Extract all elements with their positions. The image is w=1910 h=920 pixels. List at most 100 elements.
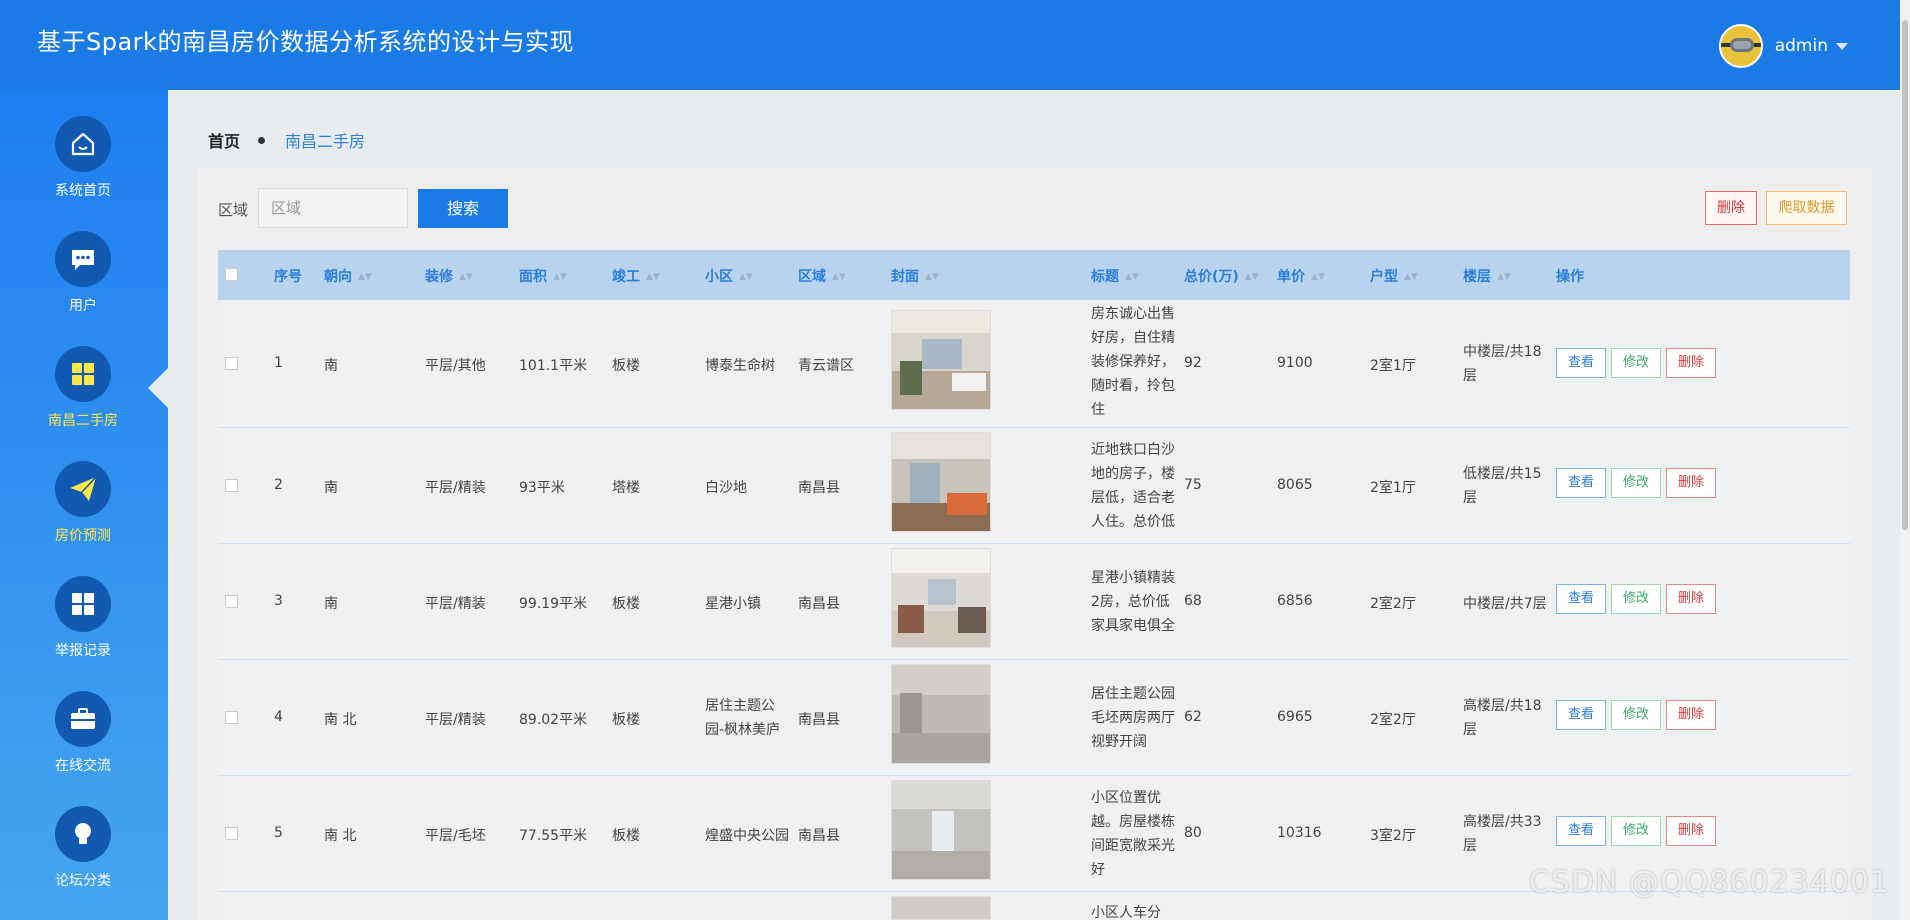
house-cover-image[interactable] <box>891 664 991 764</box>
edit-button[interactable]: 修改 <box>1611 816 1661 846</box>
sidebar-item-online-chat[interactable]: 在线交流 <box>0 691 168 801</box>
cell-completion: 板楼 <box>612 828 640 844</box>
col-layout[interactable]: 户型 ▲▼ <box>1370 266 1418 286</box>
page-scrollbar[interactable] <box>1900 0 1910 920</box>
view-button[interactable]: 查看 <box>1556 700 1606 730</box>
cell-unit-price: 9100 <box>1277 355 1313 371</box>
row-checkbox[interactable] <box>225 357 238 370</box>
cell-floor: 中楼层/共18层 <box>1463 344 1542 384</box>
select-all-checkbox[interactable] <box>225 268 238 281</box>
cell-region: 南昌县 <box>798 480 840 496</box>
cell-layout: 2室1厅 <box>1370 358 1416 374</box>
col-title[interactable]: 标题 ▲▼ <box>1091 266 1139 286</box>
batch-delete-button[interactable]: 删除 <box>1705 191 1757 225</box>
col-unit-price[interactable]: 单价 ▲▼ <box>1277 266 1325 286</box>
table-row: 4 南 北 平层/精装 89.02平米 板楼 居住主题公园-枫林美庐 南昌县 居… <box>218 660 1850 776</box>
avatar[interactable] <box>1718 24 1763 68</box>
delete-button[interactable]: 删除 <box>1666 468 1716 498</box>
col-total-price[interactable]: 总价(万) ▲▼ <box>1184 266 1259 286</box>
col-actions: 操作 <box>1556 269 1584 285</box>
cell-community: 白沙地 <box>705 480 747 496</box>
cell-region: 南昌县 <box>798 596 840 612</box>
cell-decoration: 平层/其他 <box>425 358 486 374</box>
cell-area: 99.19平米 <box>519 596 588 612</box>
view-button[interactable]: 查看 <box>1556 584 1606 614</box>
cell-floor: 中楼层/共7层 <box>1463 596 1547 612</box>
delete-button[interactable]: 删除 <box>1666 816 1716 846</box>
view-button[interactable]: 查看 <box>1556 348 1606 378</box>
sidebar-item-reports[interactable]: 举报记录 <box>0 576 168 686</box>
col-floor[interactable]: 楼层 ▲▼ <box>1463 266 1511 286</box>
search-button[interactable]: 搜索 <box>418 189 508 228</box>
cell-index: 1 <box>274 355 283 371</box>
col-completion[interactable]: 竣工 ▲▼ <box>612 266 660 286</box>
row-checkbox[interactable] <box>225 479 238 492</box>
view-button[interactable]: 查看 <box>1556 468 1606 498</box>
chevron-down-icon[interactable] <box>1836 42 1848 50</box>
sidebar-item-users[interactable]: 用户 <box>0 231 168 341</box>
sidebar-item-label: 论坛分类 <box>55 873 111 889</box>
breadcrumb-home[interactable]: 首页 <box>208 128 240 152</box>
user-menu[interactable]: admin <box>1718 24 1848 68</box>
cell-title: 居住主题公园毛坯两房两厅视野开阔 <box>1091 686 1175 750</box>
cell-community: 博泰生命树 <box>705 358 775 374</box>
view-button[interactable]: 查看 <box>1556 816 1606 846</box>
edit-button[interactable]: 修改 <box>1611 584 1661 614</box>
username[interactable]: admin <box>1775 36 1828 56</box>
table-row: 3 南 平层/精装 99.19平米 板楼 星港小镇 南昌县 星港小镇精装2房，总… <box>218 544 1850 660</box>
col-index: 序号 <box>274 269 302 285</box>
col-community[interactable]: 小区 ▲▼ <box>705 266 753 286</box>
breadcrumb-current: 南昌二手房 <box>285 132 366 151</box>
cell-completion: 板楼 <box>612 358 640 374</box>
house-cover-image[interactable] <box>891 896 991 920</box>
cell-floor: 低楼层/共15层 <box>1463 466 1542 506</box>
cell-orientation: 南 <box>324 596 338 612</box>
sidebar-item-label: 房价预测 <box>55 528 111 544</box>
sidebar-item-forum-categories[interactable]: 论坛分类 <box>0 806 168 916</box>
cell-decoration: 平层/精装 <box>425 596 486 612</box>
sidebar-item-price-prediction[interactable]: 房价预测 <box>0 461 168 571</box>
cell-total-price: 92 <box>1184 355 1202 371</box>
delete-button[interactable]: 删除 <box>1666 584 1716 614</box>
col-cover[interactable]: 封面 ▲▼ <box>891 266 939 286</box>
cell-index: 4 <box>274 709 283 725</box>
col-area[interactable]: 面积 ▲▼ <box>519 266 567 286</box>
cell-layout: 2室1厅 <box>1370 480 1416 496</box>
sidebar-item-nanchang-houses[interactable]: 南昌二手房 <box>0 346 168 456</box>
delete-button[interactable]: 删除 <box>1666 700 1716 730</box>
paper-plane-icon <box>55 461 111 517</box>
sidebar-item-home[interactable]: 系统首页 <box>0 116 168 226</box>
col-region[interactable]: 区域 ▲▼ <box>798 266 846 286</box>
cell-region: 南昌县 <box>798 828 840 844</box>
cell-title: 房东诚心出售好房，自住精装修保养好，随时看，拎包住 <box>1091 306 1175 418</box>
edit-button[interactable]: 修改 <box>1611 348 1661 378</box>
edit-button[interactable]: 修改 <box>1611 700 1661 730</box>
watermark: CSDN @QQ860234001 <box>1528 865 1890 900</box>
house-cover-image[interactable] <box>891 310 991 410</box>
cell-unit-price: 8065 <box>1277 477 1313 493</box>
row-checkbox[interactable] <box>225 595 238 608</box>
house-cover-image[interactable] <box>891 780 991 880</box>
sidebar-item-label: 在线交流 <box>55 758 111 774</box>
row-checkbox[interactable] <box>225 711 238 724</box>
row-checkbox[interactable] <box>225 827 238 840</box>
cell-layout: 2室2厅 <box>1370 712 1416 728</box>
cell-total-price: 68 <box>1184 593 1202 609</box>
house-cover-image[interactable] <box>891 432 991 532</box>
col-decoration[interactable]: 装修 ▲▼ <box>425 266 473 286</box>
home-icon <box>55 116 111 172</box>
cell-completion: 板楼 <box>612 712 640 728</box>
house-cover-image[interactable] <box>891 548 991 648</box>
cell-total-price: 80 <box>1184 825 1202 841</box>
edit-button[interactable]: 修改 <box>1611 468 1661 498</box>
cell-decoration: 平层/精装 <box>425 712 486 728</box>
region-search-input[interactable]: 区域 <box>258 188 408 228</box>
crawl-data-button[interactable]: 爬取数据 <box>1766 191 1847 225</box>
cell-area: 93平米 <box>519 480 565 496</box>
cell-floor: 高楼层/共33层 <box>1463 814 1542 854</box>
scrollbar-thumb[interactable] <box>1902 20 1908 530</box>
cell-decoration: 平层/精装 <box>425 480 486 496</box>
delete-button[interactable]: 删除 <box>1666 348 1716 378</box>
sidebar: 系统首页 用户 南昌二手房 房价预测 举报记录 在线交流 论坛分类 <box>0 90 168 920</box>
col-orientation[interactable]: 朝向 ▲▼ <box>324 266 372 286</box>
